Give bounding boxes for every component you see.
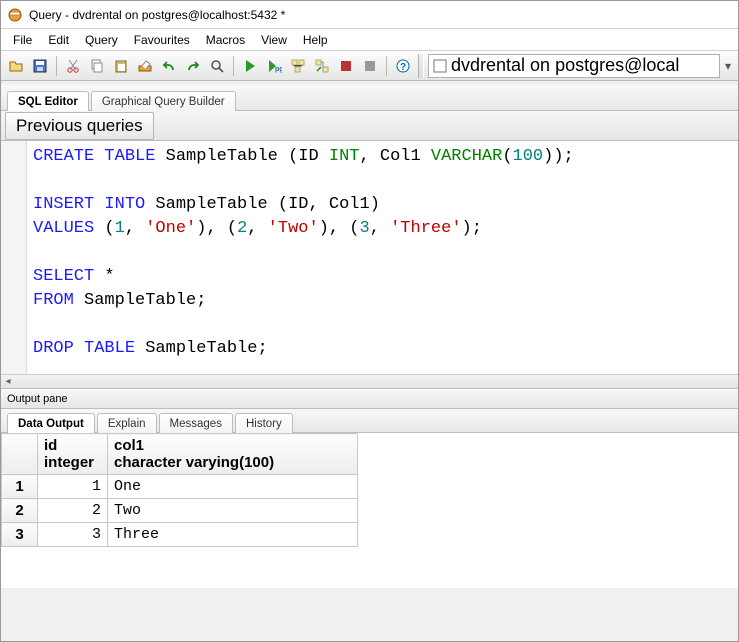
menu-edit[interactable]: Edit [40,31,77,49]
row-number: 3 [2,523,38,547]
title-bar: Query - dvdrental on postgres@localhost:… [1,1,738,29]
main-toolbar: pg ? dvdrental on postgres@local ▾ [1,51,738,81]
cell-col1[interactable]: Two [108,499,358,523]
toolbar-splitter[interactable] [418,54,424,78]
cell-id[interactable]: 3 [38,523,108,547]
menu-bar: File Edit Query Favourites Macros View H… [1,29,738,51]
connection-label: dvdrental on postgres@local [451,55,679,76]
table-row[interactable]: 2 2 Two [2,499,358,523]
column-header-id[interactable]: id integer [38,434,108,475]
column-type: character varying(100) [114,454,274,471]
toolbar-separator [56,56,57,76]
db-icon [433,59,447,73]
undo-icon[interactable] [158,55,180,77]
menu-query[interactable]: Query [77,31,126,49]
window-title: Query - dvdrental on postgres@localhost:… [29,8,285,22]
grid-corner [2,434,38,475]
menu-help[interactable]: Help [295,31,336,49]
tab-graphical-builder[interactable]: Graphical Query Builder [91,91,236,111]
find-icon[interactable] [206,55,228,77]
previous-queries-bar: Previous queries [1,111,738,141]
tab-sql-editor[interactable]: SQL Editor [7,91,89,111]
tab-explain[interactable]: Explain [97,413,157,433]
toolbar-separator [386,56,387,76]
horizontal-scrollbar[interactable]: ◂ [1,374,738,388]
tab-history[interactable]: History [235,413,293,433]
column-header-col1[interactable]: col1 character varying(100) [108,434,358,475]
clear-icon[interactable] [134,55,156,77]
sql-code[interactable]: CREATE TABLE SampleTable (ID INT, Col1 V… [33,145,738,361]
menu-macros[interactable]: Macros [198,31,253,49]
cell-id[interactable]: 1 [38,475,108,499]
execute-pgscript-icon[interactable]: pg [263,55,285,77]
help-icon[interactable]: ? [392,55,414,77]
output-pane-label: Output pane [1,389,738,409]
menu-view[interactable]: View [253,31,295,49]
tab-messages[interactable]: Messages [159,413,233,433]
cell-col1[interactable]: One [108,475,358,499]
cell-col1[interactable]: Three [108,523,358,547]
cancel-icon[interactable] [335,55,357,77]
toolbar-separator [233,56,234,76]
explain-icon[interactable] [287,55,309,77]
redo-icon[interactable] [182,55,204,77]
execute-icon[interactable] [239,55,261,77]
save-icon[interactable] [29,55,51,77]
result-grid[interactable]: id integer col1 character varying(100) 1… [1,433,738,588]
sql-editor[interactable]: CREATE TABLE SampleTable (ID INT, Col1 V… [1,141,738,389]
menu-file[interactable]: File [5,31,40,49]
open-icon[interactable] [5,55,27,77]
table-row[interactable]: 3 3 Three [2,523,358,547]
table-row[interactable]: 1 1 One [2,475,358,499]
cell-id[interactable]: 2 [38,499,108,523]
editor-tabs: SQL Editor Graphical Query Builder [1,85,738,111]
cut-icon[interactable] [62,55,84,77]
column-name: id [44,437,57,454]
tab-data-output[interactable]: Data Output [7,413,95,433]
output-tabs: Data Output Explain Messages History [1,409,738,433]
copy-icon[interactable] [86,55,108,77]
app-icon [7,7,23,23]
svg-text:?: ? [400,62,406,73]
svg-text:pg: pg [275,66,282,73]
paste-icon[interactable] [110,55,132,77]
dropdown-icon[interactable]: ▾ [722,59,734,73]
column-name: col1 [114,437,144,454]
scroll-left-icon[interactable]: ◂ [1,375,15,389]
editor-gutter [1,141,27,374]
connection-combo[interactable]: dvdrental on postgres@local [428,54,720,78]
stop-icon[interactable] [359,55,381,77]
previous-queries-button[interactable]: Previous queries [5,112,154,140]
row-number: 1 [2,475,38,499]
row-number: 2 [2,499,38,523]
menu-favourites[interactable]: Favourites [126,31,198,49]
explain-analyze-icon[interactable] [311,55,333,77]
column-type: integer [44,454,94,471]
